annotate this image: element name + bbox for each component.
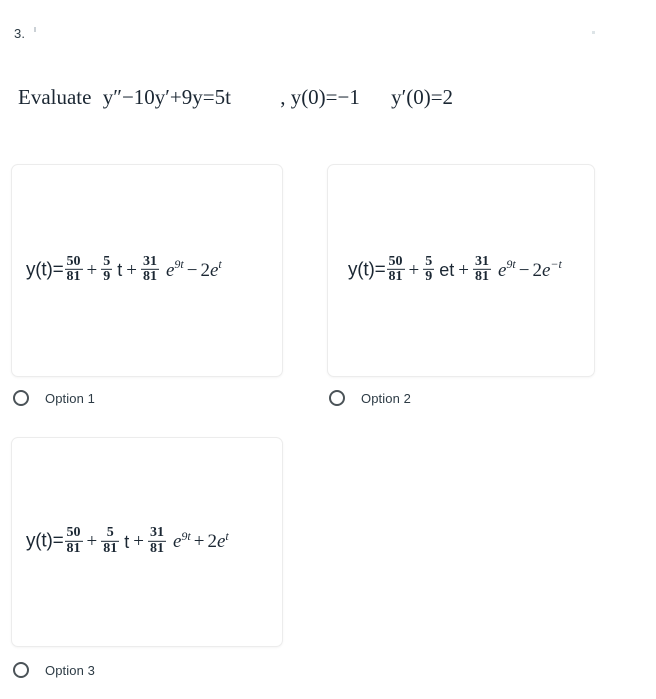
- option-3-fraction-2-numerator: 5: [106, 524, 114, 540]
- option-3-fraction-2-denominator: 81: [101, 540, 120, 556]
- option-2-fraction-2-denominator: 9: [423, 269, 435, 284]
- option-2-operator-3: −: [518, 259, 530, 281]
- option-3-answer-card[interactable]: y(t)= 50 81 +5 81 t +31 81 e9t +2et: [11, 437, 283, 647]
- option-1-exp-2-exponent: t: [218, 256, 222, 271]
- option-2-fraction-1-denominator: 81: [386, 269, 405, 284]
- option-2-coefficient: 2: [532, 259, 542, 281]
- option-2-fraction-3-denominator: 81: [472, 269, 491, 284]
- option-3-operator-2: +: [133, 531, 144, 552]
- radio-button-option-2[interactable]: [329, 390, 345, 406]
- option-1-answer-card[interactable]: y(t)= 50 81 +5 9 t +31 81 e9t −2et: [11, 164, 283, 377]
- option-2-exp-2-exponent: −t: [550, 256, 562, 271]
- option-2-fraction-3-numerator: 31: [474, 253, 489, 269]
- option-1-operator-3: −: [186, 259, 198, 281]
- option-3-fraction-2: 5 81: [101, 524, 120, 556]
- option-3-fraction-1-numerator: 50: [66, 524, 81, 540]
- option-3-operator-1: +: [86, 531, 98, 552]
- option-2-fraction-1: 50 81: [386, 253, 405, 284]
- option-1-fraction-2: 59: [101, 253, 113, 284]
- option-2-answer-card[interactable]: y(t)= 50 81 +5 9 et +31 81 e9t −2e−t: [327, 164, 595, 377]
- option-1-fraction-1-denominator: 81: [64, 269, 83, 284]
- radio-button-option-1[interactable]: [13, 390, 29, 406]
- question-equation: y″−10y′+9y=5t: [102, 85, 231, 109]
- option-2-fraction-2-numerator: 5: [425, 253, 433, 269]
- option-3-exp-2-exponent: t: [225, 528, 229, 543]
- radio-button-option-3[interactable]: [13, 662, 29, 678]
- option-3-coefficient: 2: [207, 531, 217, 552]
- option-1-formula: y(t)= 50 81 +5 9 t +31 81 e9t −2et: [12, 253, 282, 285]
- option-1-fraction-2-numerator: 5: [103, 253, 111, 269]
- option-3-fraction-3-numerator: 31: [149, 524, 164, 540]
- option-1-fraction-1-numerator: 50: [66, 253, 81, 269]
- option-2-fraction-1-numerator: 50: [388, 253, 403, 269]
- option-1-exp-1-exponent: 9t: [174, 256, 184, 271]
- option-2-label[interactable]: Option 2: [361, 391, 411, 406]
- prompt-verb: Evaluate: [18, 85, 92, 109]
- option-3-lead: y(t)=: [26, 530, 64, 552]
- option-1-fraction-3: 31 81: [140, 253, 159, 284]
- option-2-operator-1: +: [408, 259, 420, 281]
- option-1-operator-1: +: [86, 259, 98, 281]
- option-1-variable-term: t: [117, 260, 123, 280]
- option-2-fraction-3: 31 81: [472, 253, 491, 284]
- option-3-fraction-1-denominator: 81: [64, 540, 83, 556]
- top-right-artifact-speck: [592, 31, 595, 34]
- question-prompt: Evaluate y″−10y′+9y=5t , y(0)=−1 y′(0)=2: [18, 84, 453, 110]
- option-2-fraction-2: 59: [423, 253, 435, 284]
- option-1-fraction-3-numerator: 31: [142, 253, 157, 269]
- option-2-lead: y(t)=: [348, 258, 386, 280]
- option-2-exp-1-exponent: 9t: [506, 256, 516, 271]
- option-1-label[interactable]: Option 1: [45, 391, 95, 406]
- option-1-fraction-1: 50 81: [64, 253, 83, 284]
- option-3-fraction-1: 50 81: [64, 524, 83, 556]
- option-3-fraction-3: 31 81: [147, 524, 166, 556]
- page-artifact-speck: [34, 27, 36, 32]
- option-2-variable-term: et: [439, 260, 455, 280]
- option-1-radio-row[interactable]: Option 1: [13, 387, 95, 409]
- option-1-fraction-3-denominator: 81: [140, 269, 159, 284]
- option-3-radio-row[interactable]: Option 3: [13, 659, 95, 681]
- option-3-formula: y(t)= 50 81 +5 81 t +31 81 e9t +2et: [12, 524, 282, 557]
- initial-condition-yprime0: y′(0)=2: [391, 85, 454, 109]
- option-3-fraction-3-denominator: 81: [147, 540, 166, 556]
- question-number: 3.: [14, 26, 26, 41]
- option-3-variable-term: t: [124, 531, 130, 552]
- option-1-lead: y(t)=: [26, 258, 64, 280]
- option-1-coefficient: 2: [200, 259, 210, 281]
- option-2-radio-row[interactable]: Option 2: [329, 387, 411, 409]
- option-3-operator-3: +: [193, 531, 205, 552]
- option-3-exp-1-exponent: 9t: [181, 528, 191, 543]
- option-1-operator-2: +: [126, 259, 137, 281]
- option-2-formula: y(t)= 50 81 +5 9 et +31 81 e9t −2e−t: [328, 253, 594, 285]
- option-2-operator-2: +: [458, 259, 469, 281]
- option-1-fraction-2-denominator: 9: [101, 269, 113, 284]
- option-3-label[interactable]: Option 3: [45, 663, 95, 678]
- initial-condition-y0: , y(0)=−1: [280, 85, 360, 109]
